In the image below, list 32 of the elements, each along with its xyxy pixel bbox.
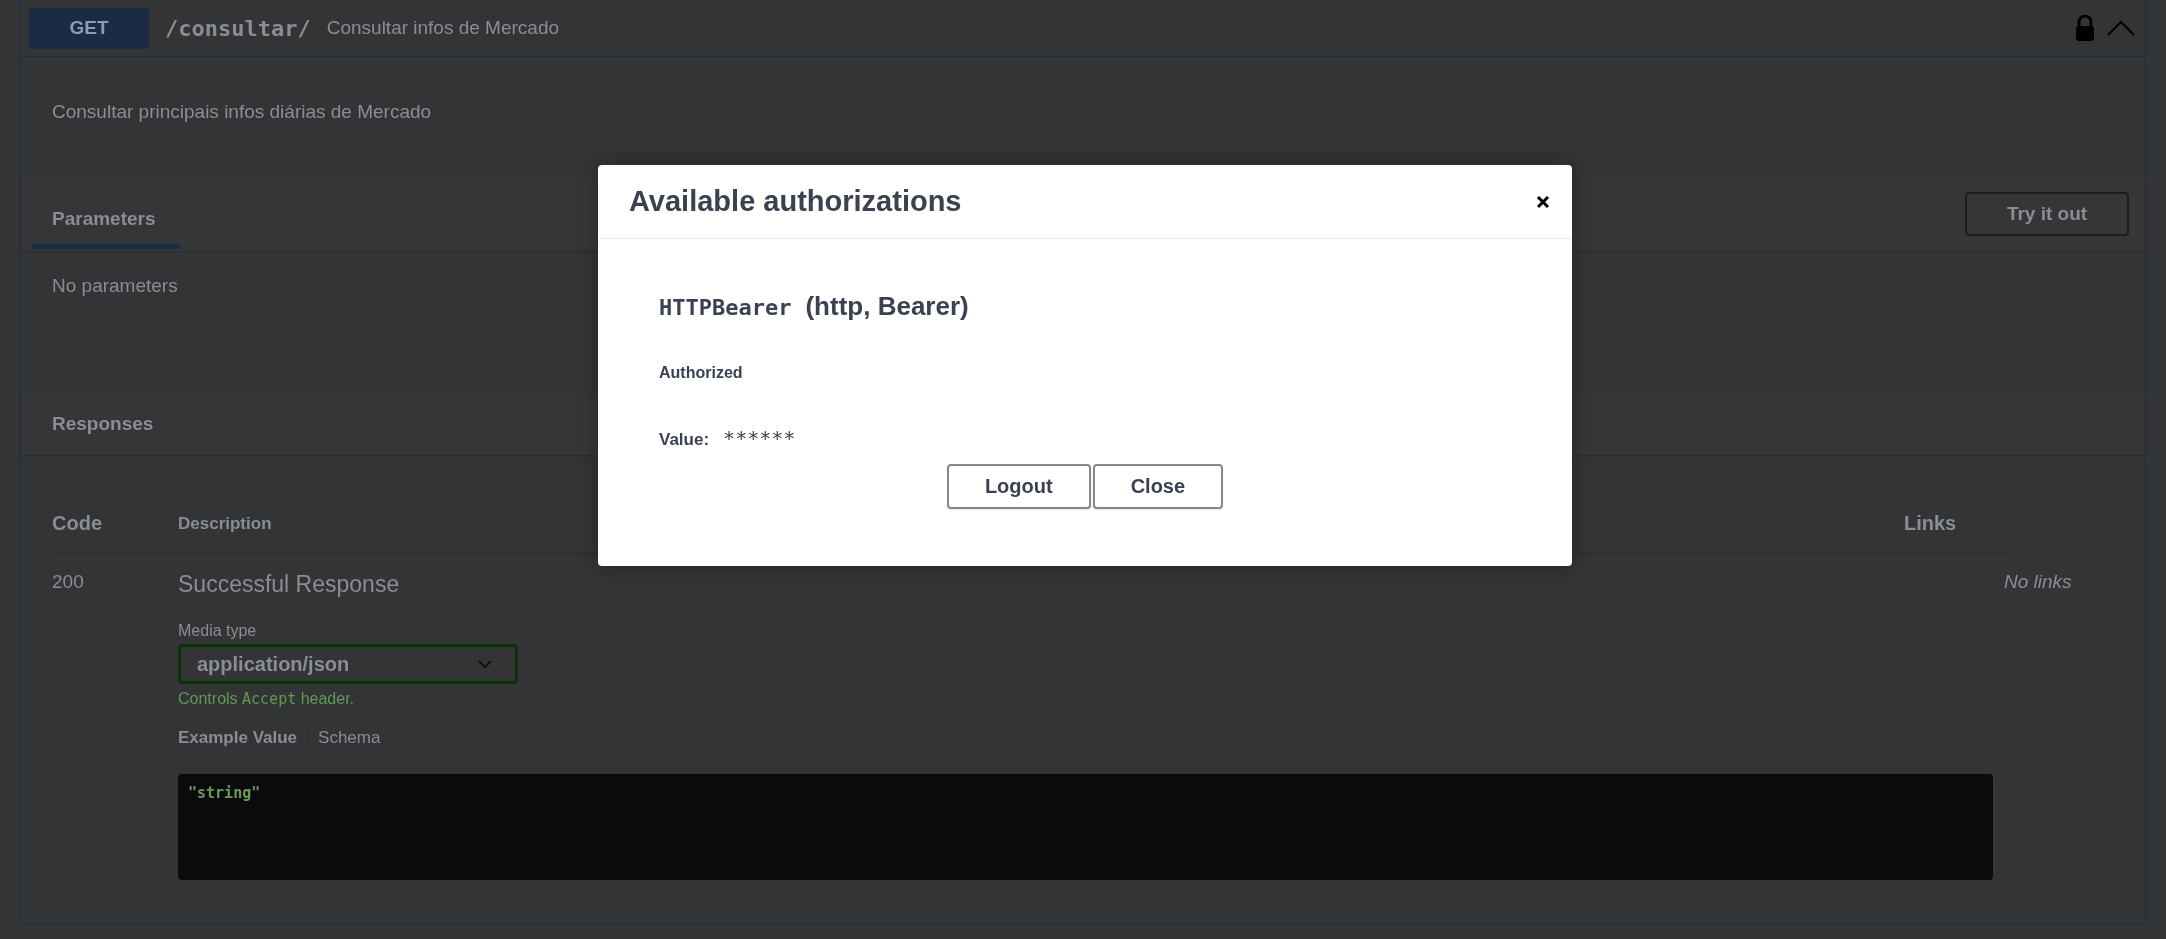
column-header: Links (1904, 512, 1958, 535)
dialog-title: Available authorizations (629, 185, 962, 218)
chevron-down-icon (477, 659, 493, 669)
response-description: Successful Response (178, 571, 400, 598)
column-header: Description (178, 513, 273, 534)
token-value: ****** (723, 426, 796, 450)
logout-button[interactable]: Logout (946, 464, 1091, 509)
scheme-type: (http, Bearer) (805, 291, 969, 322)
media-type-note: Controls Accept header. (178, 690, 355, 708)
auth-status: Authorized (659, 364, 744, 382)
example-value: "string" (188, 784, 261, 802)
close-icon[interactable] (1536, 194, 1550, 209)
media-type-label: Media type (178, 622, 257, 640)
example-tab[interactable]: Example Value (178, 728, 308, 748)
column-header: Code (52, 512, 103, 535)
status-code: 200 (52, 571, 84, 592)
parameters-tab[interactable]: Parameters (32, 189, 180, 249)
try-it-out-button[interactable]: Try it out (1965, 192, 2129, 236)
links-text: No links (2004, 571, 2072, 592)
responses-heading: Responses (52, 413, 154, 435)
operation-description: Consultar principais infos diárias de Mercado (51, 100, 433, 124)
lock-icon[interactable] (2075, 15, 2095, 41)
endpoint-summary: Consultar infos de Mercado (326, 17, 560, 39)
chevron-icon[interactable] (2107, 20, 2135, 36)
close-button[interactable]: Close (1092, 464, 1224, 509)
value-label: Value: (659, 430, 710, 450)
no-parameters-text: No parameters (52, 275, 178, 296)
method-badge: GET (29, 7, 149, 49)
scheme-name: HTTPBearer (659, 295, 792, 320)
example-tab[interactable]: Schema (307, 728, 391, 748)
media-type-select[interactable]: application/json (178, 644, 518, 684)
endpoint-path[interactable]: /consultar/ (165, 15, 311, 41)
